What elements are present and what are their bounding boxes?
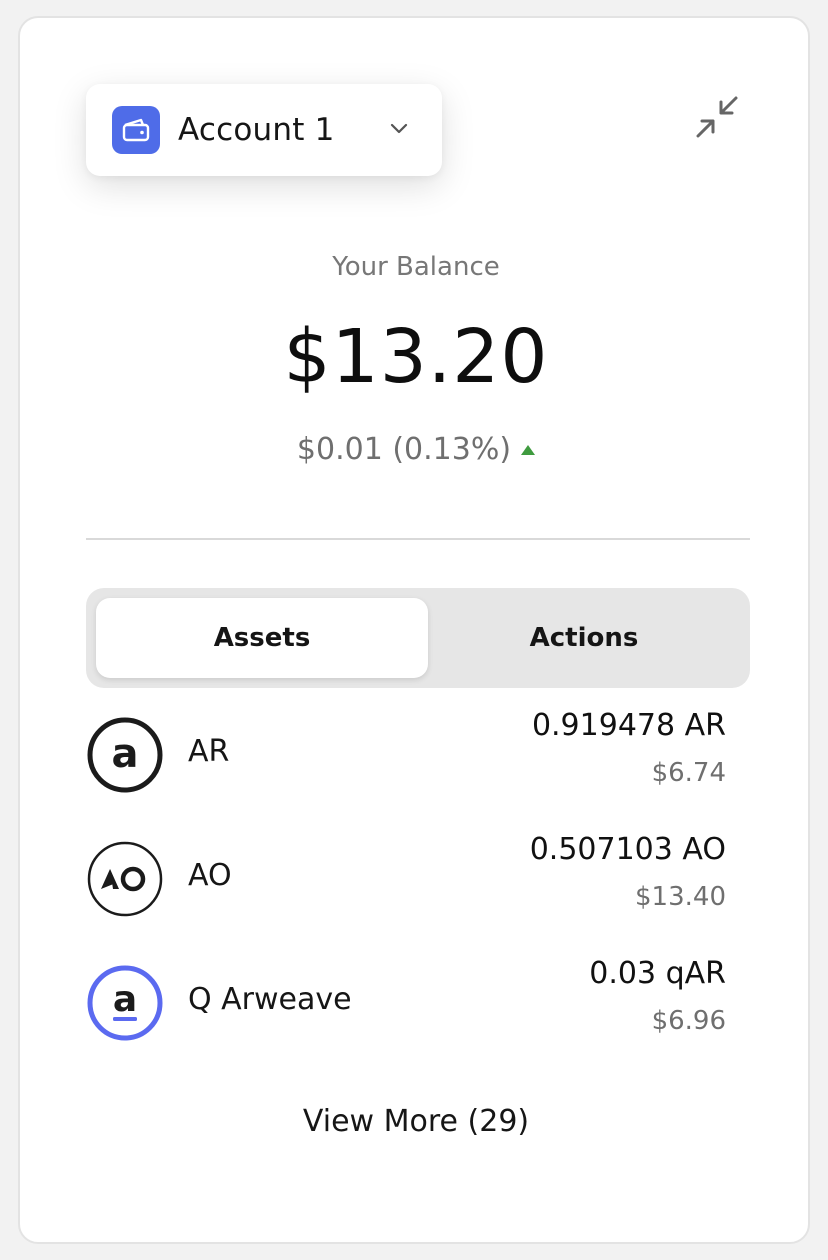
- chevron-down-icon: [390, 123, 408, 134]
- wallet-icon: [112, 106, 160, 154]
- wallet-panel: Account 1 Your Balance $13.20 $0.01 (0.1…: [18, 16, 810, 1244]
- asset-row-q-arweave[interactable]: a Q Arweave 0.03 qAR $6.96: [86, 956, 726, 1046]
- asset-amount: 0.507103 AO: [529, 832, 726, 867]
- tab-actions[interactable]: Actions: [428, 598, 740, 678]
- account-name: Account 1: [178, 112, 335, 148]
- tab-switcher: Assets Actions: [86, 588, 750, 688]
- asset-row-ao[interactable]: AO 0.507103 AO $13.40: [86, 832, 726, 922]
- svg-text:a: a: [113, 979, 137, 1020]
- asset-name: AO: [188, 858, 232, 893]
- ao-logo-icon: [87, 841, 163, 917]
- asset-row-ar[interactable]: a AR 0.919478 AR $6.74: [86, 708, 726, 798]
- trend-up-icon: [521, 444, 536, 455]
- asset-usd-value: $6.74: [651, 758, 726, 788]
- collapse-icon[interactable]: [694, 94, 740, 140]
- asset-amount: 0.03 qAR: [589, 956, 726, 991]
- svg-text:a: a: [112, 731, 139, 777]
- balance-change: $0.01 (0.13%): [20, 432, 808, 467]
- asset-amount: 0.919478 AR: [531, 708, 726, 743]
- view-more-link[interactable]: View More (29): [20, 1104, 808, 1139]
- account-selector[interactable]: Account 1: [86, 84, 442, 176]
- q-arweave-logo-icon: a: [87, 965, 163, 1041]
- divider: [86, 538, 750, 540]
- balance-value: $13.20: [283, 314, 549, 400]
- asset-name: Q Arweave: [188, 982, 352, 1017]
- tab-assets[interactable]: Assets: [96, 598, 428, 678]
- arweave-logo-icon: a: [87, 717, 163, 793]
- balance-change-text: $0.01 (0.13%): [296, 432, 512, 467]
- asset-name: AR: [188, 734, 230, 769]
- asset-usd-value: $6.96: [651, 1006, 726, 1036]
- asset-usd-value: $13.40: [635, 882, 726, 912]
- balance-label: Your Balance: [332, 252, 500, 282]
